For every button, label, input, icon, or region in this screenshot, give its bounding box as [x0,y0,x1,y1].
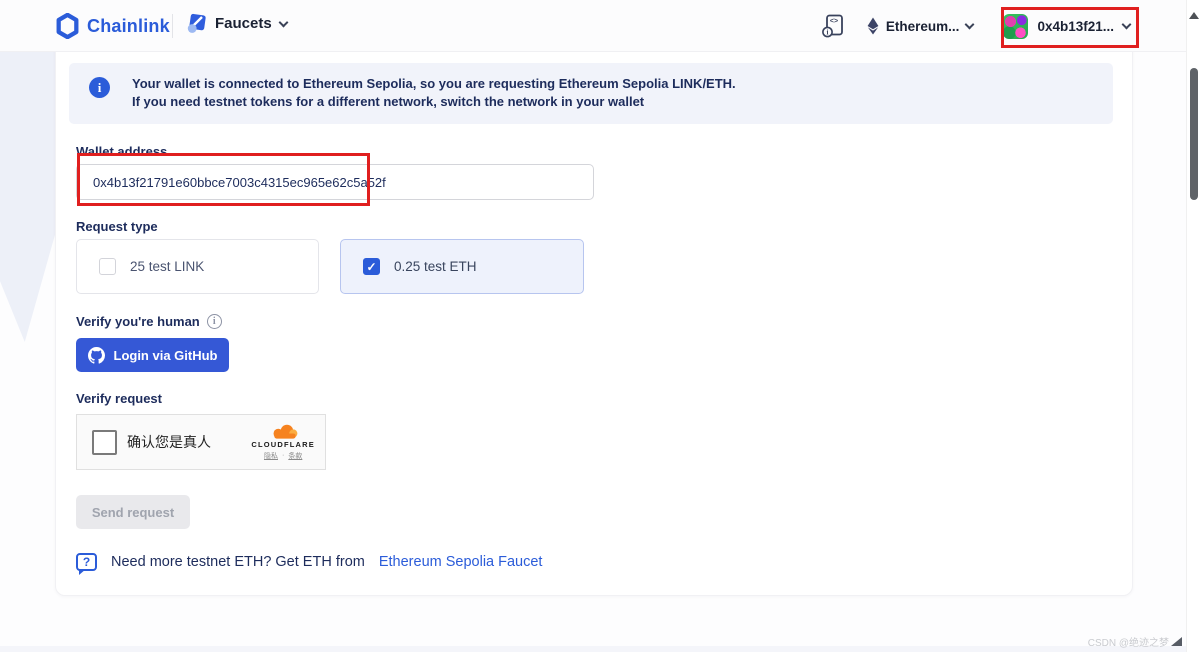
wallet-account-selector[interactable]: 0x4b13f21... [995,8,1138,45]
chevron-down-icon [1122,20,1132,30]
connection-info-banner: Your wallet is connected to Ethereum Sep… [69,63,1113,124]
turnstile-privacy-link[interactable]: 隐私 [264,451,278,461]
option-test-link-label: 25 test LINK [130,259,204,274]
turnstile-terms-link[interactable]: 条款 [288,451,302,461]
vertical-scrollbar[interactable] [1186,0,1200,652]
verify-request-label: Verify request [76,391,162,406]
faucets-menu[interactable]: Faucets [186,13,287,34]
cloudflare-brand-text: CLOUDFLARE [251,440,315,449]
ethereum-icon [867,17,879,35]
send-request-button[interactable]: Send request [76,495,190,529]
turnstile-checkbox-label: 确认您是真人 [127,432,251,452]
github-icon [88,347,105,364]
resources-docs-button[interactable]: <> i [821,13,845,39]
watermark-glyph [1171,637,1182,646]
docs-info-icon: <> i [821,13,845,39]
checkbox-checked-icon[interactable] [363,258,380,275]
svg-text:i: i [826,29,828,37]
wallet-avatar [1003,14,1028,39]
info-icon [89,77,110,98]
scrollbar-up-arrow-icon[interactable] [1189,12,1199,19]
banner-line1: Your wallet is connected to Ethereum Sep… [132,75,736,93]
network-selector[interactable]: Ethereum... [867,17,974,35]
faucets-icon [186,13,207,34]
question-bubble-icon [76,553,97,571]
turnstile-link-separator: · [282,452,284,459]
chainlink-hexagon-icon [56,13,79,39]
wallet-address-input[interactable] [76,164,594,200]
brand-name: Chainlink [87,16,170,37]
info-tooltip-icon[interactable] [207,314,222,329]
wallet-address-label: Wallet address [76,144,167,159]
turnstile-checkbox[interactable] [92,430,117,455]
login-github-button[interactable]: Login via GitHub [76,338,229,372]
option-test-link[interactable]: 25 test LINK [76,239,319,294]
checkbox-unchecked-icon[interactable] [99,258,116,275]
option-test-eth-label: 0.25 test ETH [394,259,477,274]
wallet-selector-label: 0x4b13f21... [1037,19,1114,34]
top-navbar: Chainlink Faucets <> i Ethereum... [0,0,1200,52]
chevron-down-icon [278,17,288,27]
network-selector-label: Ethereum... [886,19,960,34]
chainlink-logo-link[interactable]: Chainlink [56,13,170,39]
scrollbar-thumb[interactable] [1190,68,1198,200]
background-hexagon-decoration [0,52,55,342]
cloudflare-turnstile-widget: 确认您是真人 CLOUDFLARE 隐私 · 条款 [76,414,326,470]
svg-text:<>: <> [830,18,838,25]
verify-human-label: Verify you're human [76,314,200,329]
watermark-text: CSDN @绝迹之梦 [1088,634,1169,649]
chevron-down-icon [965,20,975,30]
watermark: CSDN @绝迹之梦 [1088,634,1182,649]
faucets-menu-label: Faucets [215,15,272,32]
sepolia-faucet-link[interactable]: Ethereum Sepolia Faucet [379,554,543,570]
cloudflare-logo-icon [267,424,299,439]
page-bottom-strip [0,646,1200,652]
faucet-form-card: Your wallet is connected to Ethereum Sep… [55,47,1133,596]
help-text: Need more testnet ETH? Get ETH from [111,554,365,570]
nav-divider [172,14,173,38]
banner-line2: If you need testnet tokens for a differe… [132,93,736,111]
option-test-eth[interactable]: 0.25 test ETH [340,239,584,294]
login-github-label: Login via GitHub [114,348,218,363]
request-type-label: Request type [76,219,158,234]
